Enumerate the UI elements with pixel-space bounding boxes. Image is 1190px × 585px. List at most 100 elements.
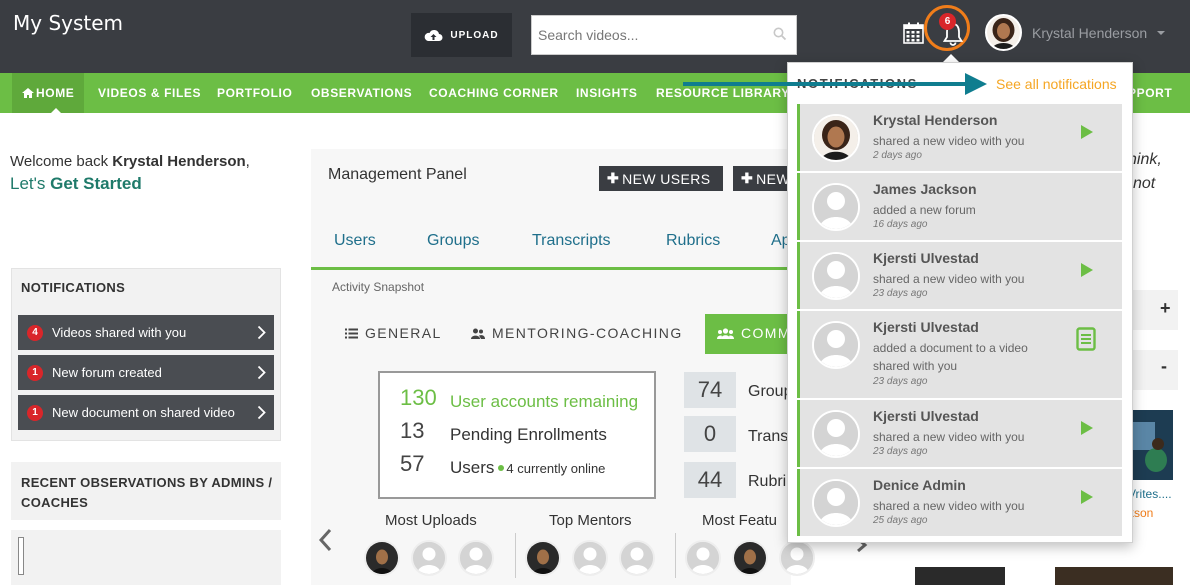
avatar[interactable] — [779, 540, 815, 576]
video-thumbnail[interactable] — [1128, 410, 1173, 480]
plus-icon[interactable]: + — [1160, 298, 1171, 319]
online-dot-icon — [498, 464, 505, 471]
plus-icon: ✚ — [741, 170, 754, 186]
avatar[interactable] — [732, 540, 768, 576]
most-featured-heading: Most Featu — [702, 512, 778, 529]
tab-transcripts[interactable]: Transcripts — [532, 232, 611, 250]
tab-groups[interactable]: Groups — [427, 232, 479, 250]
get-started-label: Get Started — [50, 174, 142, 193]
rubrics-count-label: Rubri — [748, 473, 787, 490]
notification-item[interactable]: Denice Admin shared a new video with you… — [797, 469, 1122, 536]
notification-item[interactable]: James Jackson added a new forum 16 days … — [797, 173, 1122, 240]
new-label: NEW — [756, 170, 791, 187]
notification-time: 2 days ago — [873, 150, 922, 161]
notification-sender: Kjersti Ulvestad — [873, 250, 979, 266]
notification-item[interactable]: Krystal Henderson shared a new video wit… — [797, 104, 1122, 171]
nav-item-observations[interactable]: OBSERVATIONS — [311, 73, 412, 113]
notification-sender: Krystal Henderson — [873, 112, 998, 128]
plus-icon: ✚ — [607, 170, 620, 186]
subtab-mentoring-coaching[interactable]: MENTORING-COACHING — [471, 325, 683, 341]
search-input[interactable] — [532, 16, 762, 54]
users-icon — [471, 328, 485, 339]
avatar — [812, 479, 860, 527]
tab-rubrics[interactable]: Rubrics — [666, 232, 720, 250]
notification-action: shared a new video with you — [873, 499, 1025, 513]
nav-item-portfolio[interactable]: PORTFOLIO — [217, 73, 292, 113]
nav-item-insights[interactable]: INSIGHTS — [576, 73, 637, 113]
minus-icon[interactable]: - — [1161, 356, 1167, 377]
welcome-prefix: Welcome back — [10, 153, 113, 170]
video-thumbnail[interactable] — [915, 567, 1005, 585]
count-badge: 1 — [27, 404, 43, 421]
notification-sender: Denice Admin — [873, 477, 966, 493]
stat-label-text: Users — [450, 458, 495, 477]
new-users-label: NEW USERS — [622, 170, 711, 187]
notification-action: shared a new video with you — [873, 134, 1025, 148]
collapse-panel[interactable] — [1128, 350, 1178, 390]
avatar[interactable] — [525, 540, 561, 576]
user-avatar[interactable] — [985, 14, 1022, 51]
recent-observations-body — [11, 530, 281, 585]
new-button[interactable]: ✚ NEW — [733, 166, 791, 191]
search-box — [531, 15, 797, 55]
search-icon[interactable] — [773, 27, 787, 41]
avatar[interactable] — [364, 540, 400, 576]
avatar — [812, 410, 860, 458]
stat-label: Users 4 currently online — [450, 458, 605, 478]
left-notification-item[interactable]: 4 Videos shared with you — [18, 315, 274, 350]
nav-item-resource-library[interactable]: RESOURCE LIBRARY — [656, 73, 790, 113]
get-started-prefix: Let's — [10, 174, 51, 193]
notification-sender: Kjersti Ulvestad — [873, 319, 979, 335]
list-icon — [345, 328, 358, 338]
welcome-user-name: Krystal Henderson — [112, 153, 246, 170]
nav-item-videos-files[interactable]: VIDEOS & FILES — [98, 73, 201, 113]
transcripts-count: 0 — [684, 416, 736, 452]
upload-button[interactable]: UPLOAD — [411, 13, 512, 57]
play-icon[interactable] — [1080, 124, 1094, 140]
notification-item[interactable]: Kjersti Ulvestad shared a new video with… — [797, 242, 1122, 309]
management-panel-title: Management Panel — [328, 166, 467, 183]
avatar[interactable] — [572, 540, 608, 576]
app-brand[interactable]: My System — [13, 11, 123, 35]
play-icon[interactable] — [1080, 420, 1094, 436]
avatar[interactable] — [458, 540, 494, 576]
calendar-icon[interactable] — [903, 22, 924, 44]
video-thumbnail[interactable] — [1055, 567, 1173, 585]
group-icon — [717, 327, 734, 339]
notification-item[interactable]: Kjersti Ulvestad added a document to a v… — [797, 311, 1122, 398]
home-icon — [22, 88, 34, 98]
chevron-left-icon[interactable] — [318, 528, 332, 552]
activity-snapshot-label: Activity Snapshot — [332, 280, 425, 294]
chevron-down-icon[interactable] — [1157, 31, 1165, 35]
notification-action: added a new forum — [873, 203, 976, 217]
left-notification-item[interactable]: 1 New document on shared video — [18, 395, 274, 430]
avatar[interactable] — [619, 540, 655, 576]
avatar[interactable] — [411, 540, 447, 576]
play-icon[interactable] — [1080, 262, 1094, 278]
scrollbar[interactable] — [18, 537, 24, 575]
transcripts-count-label: Trans — [748, 428, 789, 445]
user-name-menu[interactable]: Krystal Henderson — [1032, 25, 1147, 41]
welcome-suffix: , — [245, 153, 250, 170]
see-all-notifications-link[interactable]: See all notifications — [996, 76, 1117, 92]
tab-users[interactable]: Users — [334, 232, 376, 250]
stat-value: 130 — [400, 385, 437, 410]
notification-item[interactable]: Kjersti Ulvestad shared a new video with… — [797, 400, 1122, 467]
left-notification-item[interactable]: 1 New forum created — [18, 355, 274, 390]
video-title-link[interactable]: Vrites.... — [1128, 487, 1172, 501]
subtab-general[interactable]: GENERAL — [345, 325, 442, 341]
document-icon[interactable] — [1076, 327, 1096, 351]
stat-label: User accounts remaining — [450, 392, 639, 411]
nav-item-coaching-corner[interactable]: COACHING CORNER — [429, 73, 559, 113]
divider — [515, 533, 516, 578]
play-icon[interactable] — [1080, 489, 1094, 505]
count-badge: 1 — [27, 364, 43, 381]
cloud-upload-icon — [425, 29, 443, 41]
avatar[interactable] — [685, 540, 721, 576]
nav-item-support[interactable]: PPORT — [1128, 73, 1172, 113]
nav-item-home[interactable]: HOME — [12, 73, 84, 113]
get-started-link[interactable]: Let's Get Started — [10, 174, 142, 194]
recent-observations-title: RECENT OBSERVATIONS BY ADMINS / COACHES — [21, 475, 273, 510]
notification-time: 23 days ago — [873, 376, 928, 387]
new-users-button[interactable]: ✚ NEW USERS — [599, 166, 723, 191]
